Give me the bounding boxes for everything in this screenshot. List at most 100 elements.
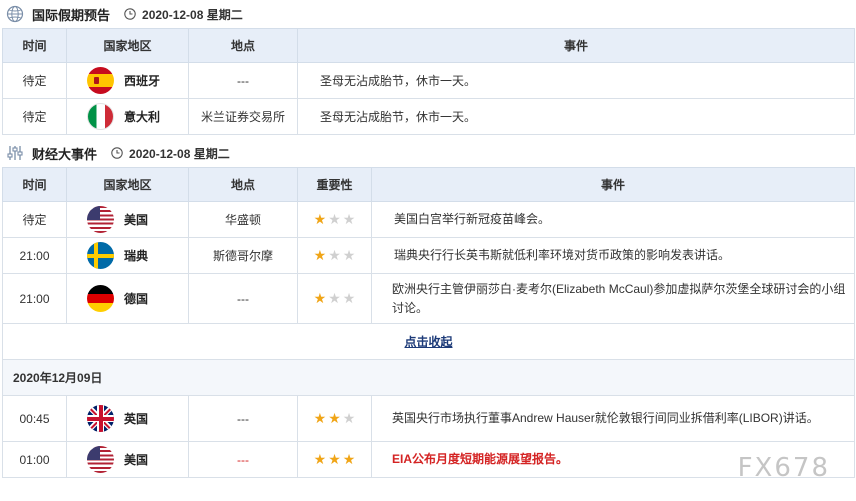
table-row: 待定 意大利 米兰证券交易所 圣母无沾成胎节，休市一天。 <box>2 98 855 135</box>
italy-flag-icon <box>87 103 114 130</box>
usa-flag-icon <box>87 206 114 233</box>
table-row: 01:00 美国 --- ★ ★ ★ EIA公布月度短期能源展望报告。 <box>2 441 855 478</box>
holiday-section-date: 2020-12-08 星期二 <box>142 7 243 22</box>
clock-icon <box>124 8 136 20</box>
table-row: 00:45 英国 --- ★ ★ ★ 英国央行市场执行董事Andrew Hauser… <box>2 395 855 442</box>
holiday-table: 时间 国家地区 地点 事件 待定 西班牙 --- 圣母无沾成胎节，休市一天。 待… <box>2 28 855 135</box>
row-country: 美国 <box>124 213 149 227</box>
row-time: 00:45 <box>2 395 67 442</box>
star-filled-icon: ★ <box>328 451 341 467</box>
table-row: 21:00 德国 --- ★ ★ ★ 欧洲央行主管伊丽莎白·麦考尔(Elizabet… <box>2 273 855 324</box>
collapse-link[interactable]: 点击收起 <box>404 335 452 349</box>
row-country-cell: 瑞典 <box>66 237 189 274</box>
sweden-flag-icon <box>87 242 114 269</box>
star-empty-icon: ★ <box>342 247 356 263</box>
star-filled-icon: ★ <box>342 451 356 467</box>
col-place: 地点 <box>188 28 298 63</box>
holiday-table-header: 时间 国家地区 地点 事件 <box>2 28 855 63</box>
row-event: 欧洲央行主管伊丽莎白·麦考尔(Elizabeth McCaul)参加虚拟萨尔茨堡… <box>371 273 855 324</box>
events-section-date: 2020-12-08 星期二 <box>129 146 230 161</box>
row-country: 德国 <box>124 292 149 306</box>
importance-stars: ★ ★ ★ <box>314 411 356 425</box>
clock-icon <box>111 147 123 159</box>
col-country: 国家地区 <box>66 167 189 202</box>
row-country-cell: 西班牙 <box>66 62 189 99</box>
importance-cell: ★ ★ ★ <box>297 273 372 324</box>
sliders-icon <box>7 146 23 160</box>
row-place: 斯德哥尔摩 <box>188 237 298 274</box>
importance-cell: ★ ★ ★ <box>297 441 372 478</box>
importance-cell: ★ ★ ★ <box>297 237 372 274</box>
row-country-cell: 美国 <box>66 441 189 478</box>
events-table-header: 时间 国家地区 地点 重要性 事件 <box>2 167 855 202</box>
row-place: --- <box>188 62 298 99</box>
importance-cell: ★ ★ ★ <box>297 395 372 442</box>
importance-cell: ★ ★ ★ <box>297 201 372 238</box>
col-event: 事件 <box>371 167 855 202</box>
row-time: 待定 <box>2 98 67 135</box>
row-event: 英国央行市场执行董事Andrew Hauser就伦敦银行间同业拆借利率(LIBO… <box>371 395 855 442</box>
row-country: 西班牙 <box>124 74 161 88</box>
row-country-cell: 意大利 <box>66 98 189 135</box>
star-empty-icon: ★ <box>328 247 341 263</box>
importance-stars: ★ ★ ★ <box>314 291 356 305</box>
table-row: 21:00 瑞典 斯德哥尔摩 ★ ★ ★ 瑞典央行行长英韦斯就低利率环境对货币政策的… <box>2 237 855 274</box>
row-event: 圣母无沾成胎节，休市一天。 <box>297 62 855 99</box>
row-time: 01:00 <box>2 441 67 478</box>
row-time: 21:00 <box>2 273 67 324</box>
star-filled-icon: ★ <box>313 211 327 227</box>
star-empty-icon: ★ <box>328 290 341 306</box>
col-event: 事件 <box>297 28 855 63</box>
col-importance: 重要性 <box>297 167 372 202</box>
row-place: --- <box>188 441 298 478</box>
collapse-row: 点击收起 <box>2 323 855 360</box>
row-country-cell: 美国 <box>66 201 189 238</box>
uk-flag-icon <box>87 405 114 432</box>
row-country-cell: 德国 <box>66 273 189 324</box>
row-country: 英国 <box>124 412 149 426</box>
star-empty-icon: ★ <box>328 211 341 227</box>
importance-stars: ★ ★ ★ <box>314 452 356 466</box>
row-time: 21:00 <box>2 237 67 274</box>
table-row: 待定 西班牙 --- 圣母无沾成胎节，休市一天。 <box>2 62 855 99</box>
events-section-title: 财经大事件 <box>32 146 98 162</box>
importance-stars: ★ ★ ★ <box>314 248 356 262</box>
row-event: 瑞典央行行长英韦斯就低利率环境对货币政策的影响发表讲话。 <box>371 237 855 274</box>
row-place: 华盛顿 <box>188 201 298 238</box>
col-time: 时间 <box>2 28 67 63</box>
row-country: 意大利 <box>124 110 161 124</box>
star-empty-icon: ★ <box>342 290 356 306</box>
row-country-cell: 英国 <box>66 395 189 442</box>
col-country: 国家地区 <box>66 28 189 63</box>
row-time: 待定 <box>2 62 67 99</box>
date-divider: 2020年12月09日 <box>2 359 855 396</box>
row-place: --- <box>188 273 298 324</box>
importance-stars: ★ ★ ★ <box>314 212 356 226</box>
globe-icon <box>6 5 24 23</box>
events-table: 时间 国家地区 地点 重要性 事件 待定 美国 华盛顿 ★ ★ ★ 美国白宫举行新冠… <box>2 167 855 478</box>
row-country: 美国 <box>124 453 149 467</box>
usa-flag-icon <box>87 446 114 473</box>
star-empty-icon: ★ <box>342 410 356 426</box>
germany-flag-icon <box>87 285 114 312</box>
col-place: 地点 <box>188 167 298 202</box>
row-event: 美国白宫举行新冠疫苗峰会。 <box>371 201 855 238</box>
row-event: 圣母无沾成胎节，休市一天。 <box>297 98 855 135</box>
watermark-logo: FX678 <box>737 453 830 483</box>
spain-flag-icon <box>87 67 114 94</box>
collapse-cell: 点击收起 <box>2 323 855 360</box>
holiday-section-header: 国际假期预告 2020-12-08 星期二 <box>0 0 856 28</box>
holiday-section-title: 国际假期预告 <box>32 7 111 23</box>
col-time: 时间 <box>2 167 67 202</box>
star-filled-icon: ★ <box>328 410 341 426</box>
star-empty-icon: ★ <box>342 211 356 227</box>
row-time: 待定 <box>2 201 67 238</box>
star-filled-icon: ★ <box>313 410 327 426</box>
star-filled-icon: ★ <box>313 451 327 467</box>
row-place: 米兰证券交易所 <box>188 98 298 135</box>
star-filled-icon: ★ <box>313 247 327 263</box>
row-place: --- <box>188 395 298 442</box>
date-divider-row: 2020年12月09日 <box>2 359 855 396</box>
events-section-header: 财经大事件 2020-12-08 星期二 <box>0 139 856 167</box>
table-row: 待定 美国 华盛顿 ★ ★ ★ 美国白宫举行新冠疫苗峰会。 <box>2 201 855 238</box>
